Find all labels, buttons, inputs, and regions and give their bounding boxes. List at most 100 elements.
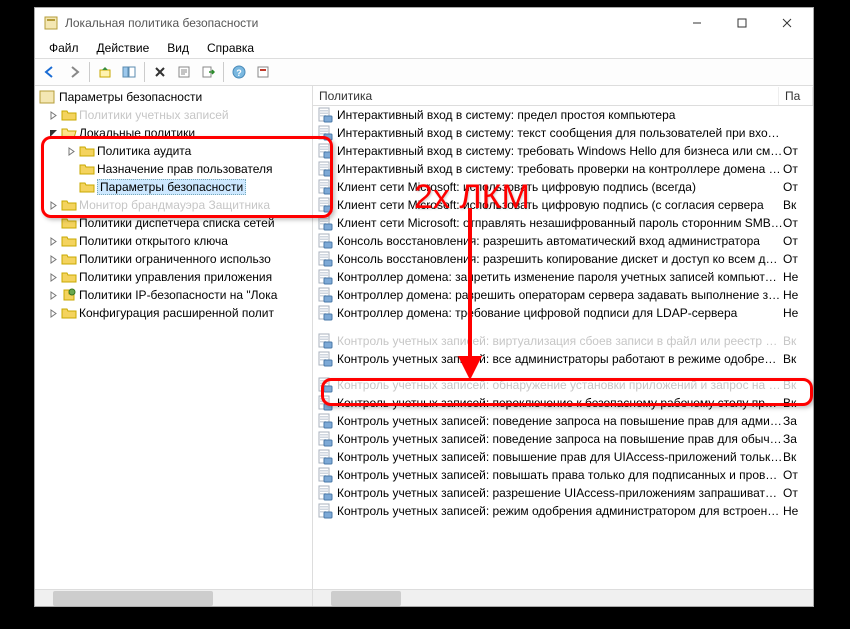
policy-row[interactable]: Контроль учетных записей: все администра… — [313, 350, 813, 368]
column-param[interactable]: Па — [779, 87, 813, 105]
policy-icon — [317, 449, 333, 465]
policy-row[interactable]: Контроль учетных записей: повышение прав… — [313, 448, 813, 466]
policy-icon — [317, 413, 333, 429]
policy-row[interactable]: Клиент сети Microsoft: использовать цифр… — [313, 178, 813, 196]
tree-root[interactable]: Параметры безопасности — [35, 88, 312, 106]
tree-item[interactable]: Параметры безопасности — [41, 178, 312, 196]
list-scrollbar-h[interactable] — [313, 589, 813, 606]
maximize-button[interactable] — [719, 9, 764, 37]
tree-item[interactable]: Политики открытого ключа — [41, 232, 312, 250]
policy-value: От — [783, 234, 813, 248]
window-controls — [674, 9, 809, 37]
help-button[interactable]: ? — [228, 61, 250, 83]
minimize-button[interactable] — [674, 9, 719, 37]
tree-item-label: Монитор брандмауэра Защитника — [79, 198, 270, 212]
policy-row[interactable]: Консоль восстановления: разрешить автома… — [313, 232, 813, 250]
policy-row[interactable]: Контроль учетных записей: разрешение UIA… — [313, 484, 813, 502]
refresh-button[interactable] — [252, 61, 274, 83]
delete-button[interactable] — [149, 61, 171, 83]
policy-name: Интерактивный вход в систему: требовать … — [337, 144, 783, 158]
policy-value: Не — [783, 306, 813, 320]
menu-action[interactable]: Действие — [89, 39, 158, 57]
tree-item[interactable]: Политики IP-безопасности на "Лока — [41, 286, 312, 304]
policy-icon — [317, 143, 333, 159]
tree-item-label: Политики IP-безопасности на "Лока — [79, 288, 277, 302]
export-button[interactable] — [197, 61, 219, 83]
policy-name: Контроль учетных записей: режим одобрени… — [337, 504, 783, 518]
menu-view[interactable]: Вид — [159, 39, 197, 57]
folder-icon — [79, 144, 95, 158]
policy-name: Контроллер домена: разрешить операторам … — [337, 288, 783, 302]
back-button[interactable] — [39, 61, 61, 83]
tree-item-label: Конфигурация расширенной полит — [79, 306, 274, 320]
policy-row[interactable]: Контроллер домена: запретить изменение п… — [313, 268, 813, 286]
folder-icon — [79, 180, 95, 194]
menu-file[interactable]: Файл — [41, 39, 87, 57]
policy-row[interactable]: Контроль учетных записей: поведение запр… — [313, 430, 813, 448]
policy-row[interactable]: Интерактивный вход в систему: текст сооб… — [313, 124, 813, 142]
policy-row[interactable]: Интерактивный вход в систему: предел про… — [313, 106, 813, 124]
tree-expand-icon[interactable] — [47, 307, 59, 319]
policy-name: Контроль учетных записей: разрешение UIA… — [337, 486, 783, 500]
tree-expand-icon[interactable] — [47, 109, 59, 121]
tree-expand-icon[interactable] — [47, 253, 59, 265]
properties-button[interactable] — [173, 61, 195, 83]
forward-button[interactable] — [63, 61, 85, 83]
policy-row[interactable]: Контроль учетных записей: виртуализация … — [313, 332, 813, 350]
policy-icon — [317, 467, 333, 483]
tree-expand-icon[interactable] — [47, 271, 59, 283]
policy-value: Вк — [783, 378, 813, 392]
separator — [144, 62, 145, 82]
policy-row[interactable]: Интерактивный вход в систему: требовать … — [313, 142, 813, 160]
policy-row[interactable]: Контроль учетных записей: повышать права… — [313, 466, 813, 484]
policy-name: Контроль учетных записей: поведение запр… — [337, 432, 783, 446]
tree-scrollbar-h[interactable] — [35, 589, 312, 606]
separator — [223, 62, 224, 82]
tree-expand-icon[interactable] — [65, 145, 77, 157]
tree-item-label: Локальные политики — [79, 126, 195, 140]
policy-row[interactable]: Клиент сети Microsoft: использовать цифр… — [313, 196, 813, 214]
list-body[interactable]: Интерактивный вход в систему: предел про… — [313, 106, 813, 589]
tree-item[interactable]: Политики учетных записей — [41, 106, 312, 124]
tree-pane[interactable]: Параметры безопасности Политики учетных … — [35, 86, 313, 606]
tree-expand-icon[interactable] — [47, 235, 59, 247]
policy-icon — [317, 215, 333, 231]
menu-help[interactable]: Справка — [199, 39, 262, 57]
policy-value: От — [783, 216, 813, 230]
policy-name: Контроль учетных записей: переключение к… — [337, 396, 783, 410]
tree-item[interactable]: Назначение прав пользователя — [41, 160, 312, 178]
policy-row[interactable]: Консоль восстановления: разрешить копиро… — [313, 250, 813, 268]
policy-icon — [317, 251, 333, 267]
tree-item[interactable]: Политики диспетчера списка сетей — [41, 214, 312, 232]
menubar: Файл Действие Вид Справка — [35, 38, 813, 58]
tree-item[interactable]: Конфигурация расширенной полит — [41, 304, 312, 322]
policy-icon — [317, 351, 333, 367]
folder-icon — [61, 108, 77, 122]
tree-expand-icon[interactable] — [47, 289, 59, 301]
column-policy[interactable]: Политика — [313, 87, 779, 105]
policy-icon — [317, 179, 333, 195]
policy-row[interactable]: Контроль учетных записей: переключение к… — [313, 394, 813, 412]
show-hide-tree-button[interactable] — [118, 61, 140, 83]
policy-value: От — [783, 144, 813, 158]
policy-icon — [317, 107, 333, 123]
policy-name: Клиент сети Microsoft: использовать цифр… — [337, 198, 783, 212]
tree-item[interactable]: Политики ограниченного использо — [41, 250, 312, 268]
tree-expand-icon[interactable] — [47, 199, 59, 211]
policy-name: Контроль учетных записей: поведение запр… — [337, 414, 783, 428]
policy-row[interactable]: Контроль учетных записей: поведение запр… — [313, 412, 813, 430]
policy-row[interactable]: Контроллер домена: разрешить операторам … — [313, 286, 813, 304]
policy-row[interactable]: Контроллер домена: требование цифровой п… — [313, 304, 813, 322]
tree-expand-icon[interactable] — [47, 127, 59, 139]
policy-name: Консоль восстановления: разрешить копиро… — [337, 252, 783, 266]
policy-row[interactable]: Контроль учетных записей: режим одобрени… — [313, 502, 813, 520]
policy-row[interactable]: Интерактивный вход в систему: требовать … — [313, 160, 813, 178]
tree-item[interactable]: Политики управления приложения — [41, 268, 312, 286]
tree-item[interactable]: Локальные политики — [41, 124, 312, 142]
policy-row[interactable]: Контроль учетных записей: обнаружение ус… — [313, 376, 813, 394]
tree-item[interactable]: Политика аудита — [41, 142, 312, 160]
close-button[interactable] — [764, 9, 809, 37]
policy-row[interactable]: Клиент сети Microsoft: отправлять незаши… — [313, 214, 813, 232]
up-button[interactable] — [94, 61, 116, 83]
tree-item[interactable]: Монитор брандмауэра Защитника — [41, 196, 312, 214]
